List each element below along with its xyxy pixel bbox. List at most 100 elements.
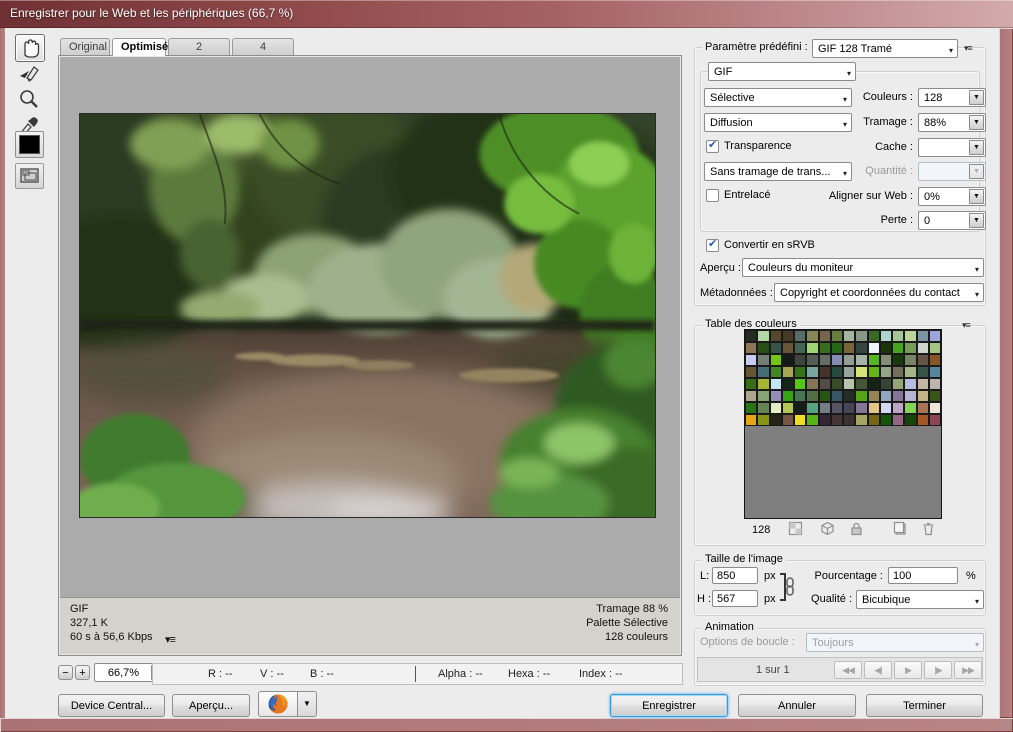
color-swatch[interactable] xyxy=(855,378,867,390)
last-frame-button[interactable]: ▶▶ xyxy=(954,661,982,679)
lossy-select[interactable]: 0 ▼ xyxy=(918,211,986,230)
color-swatch[interactable] xyxy=(892,390,904,402)
color-swatch[interactable] xyxy=(770,342,782,354)
color-swatch[interactable] xyxy=(806,342,818,354)
color-swatch[interactable] xyxy=(745,414,757,426)
color-swatch[interactable] xyxy=(757,390,769,402)
previous-frame-button[interactable]: ◀| xyxy=(864,661,892,679)
color-swatch[interactable] xyxy=(892,330,904,342)
color-swatch[interactable] xyxy=(917,330,929,342)
color-swatch[interactable] xyxy=(892,366,904,378)
color-swatch[interactable] xyxy=(806,390,818,402)
color-swatch[interactable] xyxy=(794,330,806,342)
quality-select[interactable]: Bicubique ▾ xyxy=(856,590,984,609)
color-swatch[interactable] xyxy=(794,342,806,354)
format-select[interactable]: GIF ▾ xyxy=(708,62,856,81)
color-swatch[interactable] xyxy=(904,342,916,354)
metadata-select[interactable]: Copyright et coordonnées du contact ▾ xyxy=(774,283,984,302)
color-swatch[interactable] xyxy=(831,366,843,378)
color-swatch[interactable] xyxy=(806,378,818,390)
color-swatch[interactable] xyxy=(892,378,904,390)
color-swatch[interactable] xyxy=(806,354,818,366)
color-swatch[interactable] xyxy=(904,330,916,342)
color-swatch[interactable] xyxy=(782,390,794,402)
eyedropper-color-swatch[interactable] xyxy=(15,131,44,158)
transparency-checkbox[interactable]: ✔ xyxy=(706,140,719,153)
color-swatch[interactable] xyxy=(819,330,831,342)
color-swatch[interactable] xyxy=(929,378,941,390)
first-frame-button[interactable]: ◀◀ xyxy=(834,661,862,679)
color-swatch[interactable] xyxy=(831,390,843,402)
color-swatch[interactable] xyxy=(782,366,794,378)
color-swatch[interactable] xyxy=(868,366,880,378)
slice-select-tool[interactable] xyxy=(17,62,41,91)
resize-grip[interactable] xyxy=(998,718,1010,730)
color-swatch[interactable] xyxy=(929,330,941,342)
dropdown-arrow-icon[interactable]: ▼ xyxy=(969,140,984,155)
color-swatch[interactable] xyxy=(892,414,904,426)
color-swatch[interactable] xyxy=(806,402,818,414)
toggle-slices-button[interactable] xyxy=(15,163,44,189)
color-swatch[interactable] xyxy=(843,390,855,402)
websnap-select[interactable]: 0% ▼ xyxy=(918,187,986,206)
color-swatch[interactable] xyxy=(819,414,831,426)
color-swatch[interactable] xyxy=(745,402,757,414)
delete-color-icon[interactable] xyxy=(921,521,936,536)
web-shift-cube-icon[interactable] xyxy=(820,521,835,536)
color-swatch[interactable] xyxy=(757,414,769,426)
colors-select[interactable]: 128 ▼ xyxy=(918,88,986,107)
color-swatch[interactable] xyxy=(892,354,904,366)
color-swatch[interactable] xyxy=(855,366,867,378)
color-swatch[interactable] xyxy=(757,402,769,414)
color-swatch[interactable] xyxy=(782,330,794,342)
dropdown-arrow-icon[interactable]: ▼ xyxy=(969,213,984,228)
color-swatch[interactable] xyxy=(855,342,867,354)
color-swatch[interactable] xyxy=(917,342,929,354)
color-swatch[interactable] xyxy=(757,330,769,342)
color-swatch[interactable] xyxy=(782,378,794,390)
color-swatch[interactable] xyxy=(806,366,818,378)
color-swatch[interactable] xyxy=(843,378,855,390)
color-swatch[interactable] xyxy=(745,378,757,390)
preview-in-browser-button[interactable]: Aperçu... xyxy=(172,694,250,717)
color-swatch[interactable] xyxy=(892,402,904,414)
color-swatch[interactable] xyxy=(770,390,782,402)
preset-select[interactable]: GIF 128 Tramé ▾ xyxy=(812,39,958,58)
color-swatch[interactable] xyxy=(745,390,757,402)
cancel-button[interactable]: Annuler xyxy=(738,694,856,717)
hand-tool[interactable] xyxy=(15,34,45,62)
color-swatch[interactable] xyxy=(819,366,831,378)
color-swatch[interactable] xyxy=(819,402,831,414)
color-swatch[interactable] xyxy=(757,366,769,378)
height-input[interactable] xyxy=(712,590,758,607)
color-swatch[interactable] xyxy=(831,342,843,354)
image-preview-area[interactable]: GIF 327,1 K 60 s à 56,6 Kbps ▾≡ Tramage … xyxy=(58,55,682,656)
color-swatch[interactable] xyxy=(917,402,929,414)
color-swatch[interactable] xyxy=(745,330,757,342)
color-swatch[interactable] xyxy=(745,342,757,354)
color-swatch[interactable] xyxy=(782,414,794,426)
optimize-menu-icon[interactable]: ▾≡ xyxy=(964,43,972,54)
color-swatch[interactable] xyxy=(880,378,892,390)
color-swatch[interactable] xyxy=(782,402,794,414)
color-swatch[interactable] xyxy=(868,402,880,414)
tab-4-vignettes[interactable]: 4 vignettes xyxy=(232,38,294,55)
color-swatch[interactable] xyxy=(806,330,818,342)
color-swatch[interactable] xyxy=(843,366,855,378)
color-swatch[interactable] xyxy=(757,378,769,390)
color-swatch[interactable] xyxy=(855,354,867,366)
color-swatch[interactable] xyxy=(819,342,831,354)
color-swatch[interactable] xyxy=(880,354,892,366)
color-swatch[interactable] xyxy=(868,354,880,366)
next-frame-button[interactable]: |▶ xyxy=(924,661,952,679)
color-swatch[interactable] xyxy=(904,366,916,378)
color-swatch[interactable] xyxy=(880,402,892,414)
color-swatch[interactable] xyxy=(757,342,769,354)
color-swatch[interactable] xyxy=(917,390,929,402)
color-swatch[interactable] xyxy=(770,366,782,378)
color-table-menu-icon[interactable]: ▾≡ xyxy=(962,320,970,331)
color-swatch[interactable] xyxy=(917,378,929,390)
tab-optimise[interactable]: Optimisé xyxy=(112,38,166,56)
color-swatch[interactable] xyxy=(819,354,831,366)
color-swatch[interactable] xyxy=(904,402,916,414)
